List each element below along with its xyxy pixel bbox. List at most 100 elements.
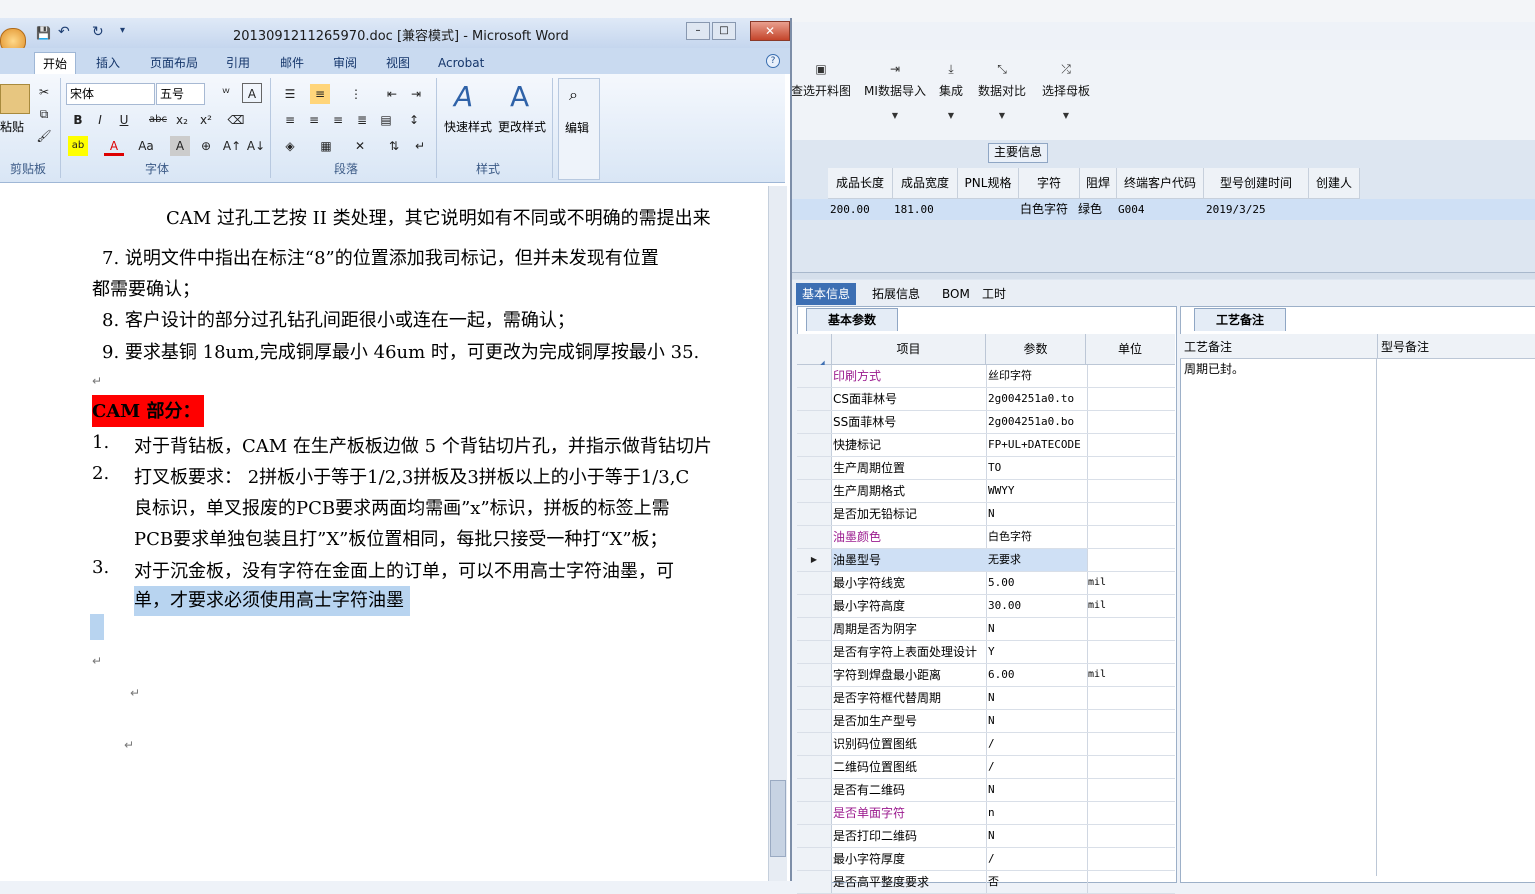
grid-header[interactable]: 型号创建时间	[1204, 168, 1309, 199]
param-value[interactable]: /	[986, 756, 1088, 778]
row-selector[interactable]	[797, 779, 832, 801]
bold-icon[interactable]: B	[68, 110, 88, 130]
param-row[interactable]: 是否有二维码 N	[797, 779, 1175, 802]
borders-icon[interactable]: ▦	[316, 136, 336, 156]
vertical-scrollbar[interactable]	[768, 186, 787, 881]
table-row[interactable]: 200.00 181.00 白色字符 绿色 G004 2019/3/25	[790, 199, 1535, 220]
model-remarks-textarea[interactable]	[1378, 359, 1532, 878]
format-painter-icon[interactable]: 🖌	[34, 126, 54, 146]
param-value[interactable]: /	[986, 733, 1088, 755]
param-value[interactable]: 2g004251a0.bo	[986, 411, 1088, 433]
row-selector[interactable]	[797, 434, 832, 456]
column-header-value[interactable]: 参数	[986, 334, 1086, 364]
tab-insert[interactable]: 插入	[96, 52, 120, 74]
tab-work-hours[interactable]: 工时	[976, 283, 1012, 305]
param-row[interactable]: 周期是否为阴字 N	[797, 618, 1175, 641]
param-value[interactable]: 白色字符	[986, 526, 1088, 548]
change-styles-icon[interactable]: A	[510, 80, 529, 113]
copy-icon[interactable]: ⧉	[34, 104, 54, 124]
shading-icon[interactable]: ◈	[280, 136, 300, 156]
align-center-icon[interactable]: ≡	[304, 110, 324, 130]
param-value[interactable]: n	[986, 802, 1088, 824]
align-right-icon[interactable]: ≡	[328, 110, 348, 130]
grid-header[interactable]: 创建人	[1309, 168, 1360, 199]
row-selector[interactable]	[797, 411, 832, 433]
superscript-icon[interactable]: x²	[196, 110, 216, 130]
param-row[interactable]: 是否有字符上表面处理设计 Y	[797, 641, 1175, 664]
edit-button[interactable]: 编辑	[565, 119, 589, 136]
param-row[interactable]: 是否打印二维码 N	[797, 825, 1175, 848]
param-row[interactable]: CS面菲林号 2g004251a0.to	[797, 388, 1175, 411]
param-value[interactable]: /	[986, 848, 1088, 870]
font-name-select[interactable]: 宋体	[66, 83, 155, 105]
param-value[interactable]: N	[986, 618, 1088, 640]
row-selector[interactable]	[797, 733, 832, 755]
param-row[interactable]: 是否单面字符 n	[797, 802, 1175, 825]
toolbar-button-cut-chart[interactable]: ▣ 查选开料图	[790, 62, 852, 128]
grid-header[interactable]: 终端客户代码	[1117, 168, 1204, 199]
close-button[interactable]: ✕	[750, 21, 790, 41]
grow-font-icon[interactable]: A↑	[222, 136, 242, 156]
tab-basic-params[interactable]: 基本参数	[806, 308, 898, 331]
row-selector[interactable]	[797, 618, 832, 640]
row-selector[interactable]	[797, 802, 832, 824]
bullets-icon[interactable]: ☰	[280, 84, 300, 104]
param-row[interactable]: 是否加生产型号 N	[797, 710, 1175, 733]
param-row[interactable]: 最小字符厚度 /	[797, 848, 1175, 871]
current-row-arrow-icon[interactable]: ▶	[797, 549, 832, 571]
param-row[interactable]: 生产周期位置 TO	[797, 457, 1175, 480]
grid-header[interactable]: PNL规格	[958, 168, 1019, 199]
increase-indent-icon[interactable]: ⇥	[406, 84, 426, 104]
row-selector[interactable]	[797, 825, 832, 847]
param-row[interactable]: 字符到焊盘最小距离 6.00 mil	[797, 664, 1175, 687]
enclose-characters-icon[interactable]: ⊕	[196, 136, 216, 156]
row-selector[interactable]	[797, 756, 832, 778]
param-row[interactable]: ▶ 油墨型号 无要求	[797, 549, 1175, 572]
character-border-icon[interactable]: A	[242, 83, 262, 103]
tab-mailings[interactable]: 邮件	[280, 52, 304, 74]
column-header-item[interactable]: 项目	[832, 334, 986, 364]
param-value[interactable]: N	[986, 503, 1088, 525]
grid-header[interactable]: 成品宽度	[893, 168, 958, 199]
justify-icon[interactable]: ≣	[352, 110, 372, 130]
param-value[interactable]: N	[986, 710, 1088, 732]
highlight-icon[interactable]: ab	[68, 136, 88, 156]
param-value[interactable]: N	[986, 825, 1088, 847]
cut-icon[interactable]: ✂	[34, 82, 54, 102]
decrease-indent-icon[interactable]: ⇤	[382, 84, 402, 104]
strikethrough-icon[interactable]: abc	[148, 110, 168, 130]
param-row[interactable]: 生产周期格式 WWYY	[797, 480, 1175, 503]
paste-icon[interactable]	[0, 84, 30, 114]
shrink-font-icon[interactable]: A↓	[246, 136, 266, 156]
subscript-icon[interactable]: x₂	[172, 110, 192, 130]
row-selector[interactable]	[797, 664, 832, 686]
param-value[interactable]: 30.00	[986, 595, 1088, 617]
quick-access-dropdown-icon[interactable]: ▾	[120, 25, 125, 36]
param-value[interactable]: 无要求	[986, 549, 1088, 571]
param-value[interactable]: 6.00	[986, 664, 1088, 686]
change-styles-button[interactable]: 更改样式	[498, 118, 546, 135]
param-row[interactable]: 油墨颜色 白色字符	[797, 526, 1175, 549]
param-value[interactable]: TO	[986, 457, 1088, 479]
column-header-unit[interactable]: 单位	[1086, 334, 1174, 364]
undo-icon[interactable]: ↶	[58, 24, 70, 40]
font-size-select[interactable]: 五号	[156, 83, 205, 105]
param-value[interactable]: WWYY	[986, 480, 1088, 502]
row-selector[interactable]	[797, 595, 832, 617]
tab-review[interactable]: 审阅	[333, 52, 357, 74]
param-row[interactable]: 是否高平整度要求否	[797, 871, 1175, 894]
param-value[interactable]: FP+UL+DATECODE	[986, 434, 1088, 456]
distributed-icon[interactable]: ▤	[376, 110, 396, 130]
paste-button[interactable]: 粘贴	[0, 118, 24, 135]
tab-references[interactable]: 引用	[226, 52, 250, 74]
line-spacing-icon[interactable]: ↕	[404, 110, 424, 130]
character-shading-icon[interactable]: A	[170, 136, 190, 156]
row-selector[interactable]	[797, 457, 832, 479]
param-value[interactable]: 2g004251a0.to	[986, 388, 1088, 410]
grid-header[interactable]: 阻焊	[1080, 168, 1117, 199]
toolbar-button-select-board[interactable]: ⤮ 选择母板 ▼	[1040, 62, 1092, 128]
clear-formatting-icon[interactable]: ⌫	[226, 110, 246, 130]
param-row[interactable]: 二维码位置图纸 /	[797, 756, 1175, 779]
splitter[interactable]	[790, 272, 1535, 279]
row-selector[interactable]	[797, 641, 832, 663]
